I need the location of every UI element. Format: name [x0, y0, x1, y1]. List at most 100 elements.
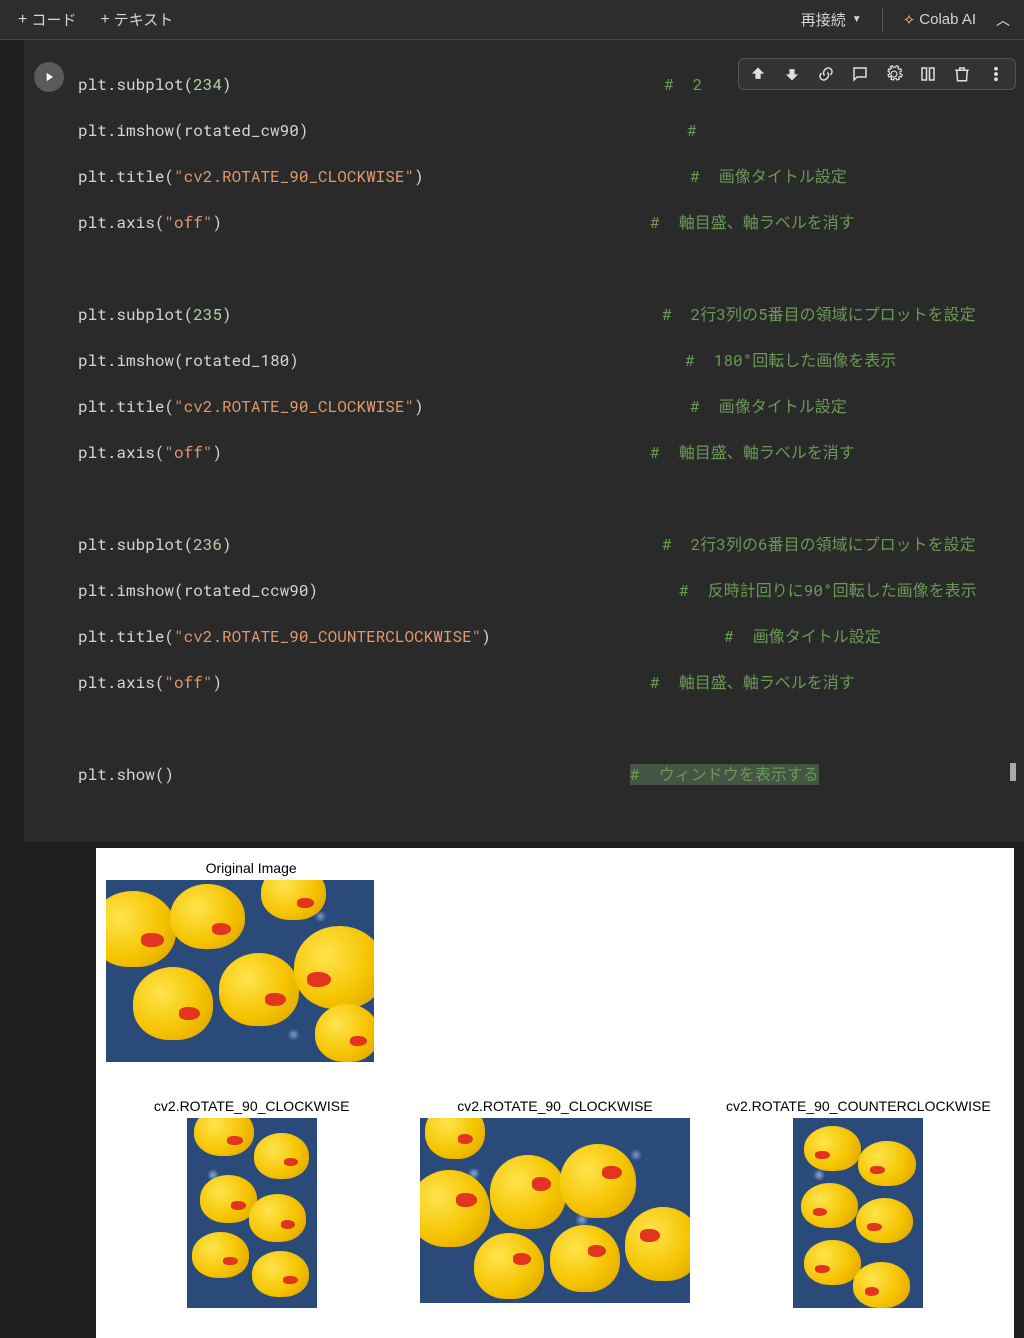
- code-token: ): [222, 74, 232, 95]
- add-text-cell-button[interactable]: + テキスト: [90, 5, 183, 34]
- text-cursor: [1010, 763, 1016, 781]
- add-code-label: コード: [31, 9, 76, 30]
- code-token: axis: [116, 672, 154, 693]
- code-token: plt.: [78, 212, 116, 233]
- code-token: show: [116, 764, 154, 785]
- plus-icon: +: [100, 11, 109, 29]
- plot-title-ccw: cv2.ROTATE_90_COUNTERCLOCKWISE: [726, 1098, 991, 1114]
- move-down-icon[interactable]: [783, 65, 801, 83]
- code-comment: #: [687, 119, 697, 142]
- code-comment: # 軸目盛、軸ラベルを消す: [650, 671, 855, 694]
- reconnect-button[interactable]: 再接続 ▼: [791, 5, 872, 34]
- plus-icon: +: [18, 11, 27, 29]
- comment-icon[interactable]: [851, 65, 869, 83]
- code-token: rotated_180: [184, 350, 290, 371]
- code-token: title: [116, 166, 164, 187]
- code-token: imshow: [116, 580, 174, 601]
- code-token: plt.: [78, 580, 116, 601]
- code-token: axis: [116, 442, 154, 463]
- code-token: 236: [193, 534, 222, 555]
- code-token: (: [174, 120, 184, 141]
- code-token: imshow: [116, 120, 174, 141]
- code-token: subplot: [116, 74, 183, 95]
- code-comment: # 反時計回りに90°回転した画像を表示: [679, 579, 977, 602]
- plot-title-cw: cv2.ROTATE_90_CLOCKWISE: [154, 1098, 350, 1114]
- mirror-icon[interactable]: [919, 65, 937, 83]
- code-token: plt.: [78, 626, 116, 647]
- code-token: (: [184, 74, 194, 95]
- toolbar-separator: [882, 8, 883, 32]
- sparkle-icon: ✧: [903, 11, 916, 29]
- more-icon[interactable]: [987, 65, 1005, 83]
- code-token: ): [414, 396, 424, 417]
- code-token: ): [212, 672, 222, 693]
- plot-title-180: cv2.ROTATE_90_CLOCKWISE: [457, 1098, 653, 1114]
- chevron-down-icon: ▼: [852, 14, 862, 25]
- code-token: plt.: [78, 120, 116, 141]
- code-token: "cv2.ROTATE_90_CLOCKWISE": [174, 396, 414, 417]
- code-token: (: [164, 166, 174, 187]
- code-cell[interactable]: plt.subplot(234)# 2 plt.imshow(rotated_c…: [24, 40, 1024, 842]
- code-token: "cv2.ROTATE_90_CLOCKWISE": [174, 166, 414, 187]
- code-token: plt.: [78, 396, 116, 417]
- code-token: plt.: [78, 534, 116, 555]
- code-token: ): [222, 304, 232, 325]
- colab-ai-button[interactable]: ✧ Colab AI: [893, 7, 986, 33]
- delete-icon[interactable]: [953, 65, 971, 83]
- run-cell-button[interactable]: [34, 62, 64, 92]
- code-comment: # 2行3列の5番目の領域にプロットを設定: [662, 303, 976, 326]
- code-token: plt.: [78, 350, 116, 371]
- cell-toolbar: [738, 58, 1016, 90]
- code-token: ): [289, 350, 299, 371]
- code-token: (: [155, 442, 165, 463]
- code-token: "off": [164, 672, 212, 693]
- code-token: subplot: [116, 534, 183, 555]
- code-token: ): [308, 580, 318, 601]
- code-token: rotated_cw90: [184, 120, 299, 141]
- code-token: ): [299, 120, 309, 141]
- code-token: plt.: [78, 442, 116, 463]
- code-token: plt.: [78, 764, 116, 785]
- code-token: (: [164, 626, 174, 647]
- code-token: 234: [193, 74, 222, 95]
- expand-icon[interactable]: ︿: [990, 4, 1016, 36]
- code-token: (: [174, 350, 184, 371]
- code-token: plt.: [78, 166, 116, 187]
- code-editor[interactable]: plt.subplot(234)# 2 plt.imshow(rotated_c…: [74, 40, 1024, 842]
- code-token: (: [184, 534, 194, 555]
- code-token: 235: [193, 304, 222, 325]
- code-comment: # 180°回転した画像を表示: [685, 349, 896, 372]
- add-code-cell-button[interactable]: + コード: [8, 5, 86, 34]
- code-comment: # 2行3列の6番目の領域にプロットを設定: [662, 533, 976, 556]
- code-comment: # 画像タイトル設定: [724, 625, 881, 648]
- code-token: (: [155, 672, 165, 693]
- code-comment: # 画像タイトル設定: [690, 165, 847, 188]
- code-token: plt.: [78, 672, 116, 693]
- code-token: ): [481, 626, 491, 647]
- code-token: (: [164, 396, 174, 417]
- code-token: "off": [164, 212, 212, 233]
- code-comment: # 軸目盛、軸ラベルを消す: [650, 441, 855, 464]
- plot-image-ccw90: [793, 1118, 923, 1308]
- reconnect-label: 再接続: [801, 9, 846, 30]
- code-token: rotated_ccw90: [184, 580, 309, 601]
- cell-output: Original Image cv2.ROTATE_90_CLOCKWISE: [96, 848, 1014, 1338]
- code-token: (: [174, 580, 184, 601]
- code-comment: # 画像タイトル設定: [690, 395, 847, 418]
- code-token: (: [155, 212, 165, 233]
- gear-icon[interactable]: [885, 65, 903, 83]
- notebook-toolbar: + コード + テキスト 再接続 ▼ ✧ Colab AI ︿: [0, 0, 1024, 40]
- code-token: imshow: [116, 350, 174, 371]
- code-token: plt.: [78, 304, 116, 325]
- code-token: "cv2.ROTATE_90_COUNTERCLOCKWISE": [174, 626, 481, 647]
- code-comment: # ウィンドウを表示する: [630, 764, 819, 785]
- code-comment: # 軸目盛、軸ラベルを消す: [650, 211, 855, 234]
- cell-gutter: [24, 40, 74, 842]
- code-token: subplot: [116, 304, 183, 325]
- code-token: (: [155, 764, 165, 785]
- move-up-icon[interactable]: [749, 65, 767, 83]
- notebook-body: plt.subplot(234)# 2 plt.imshow(rotated_c…: [0, 40, 1024, 1338]
- code-token: ): [212, 212, 222, 233]
- link-icon[interactable]: [817, 65, 835, 83]
- code-token: title: [116, 626, 164, 647]
